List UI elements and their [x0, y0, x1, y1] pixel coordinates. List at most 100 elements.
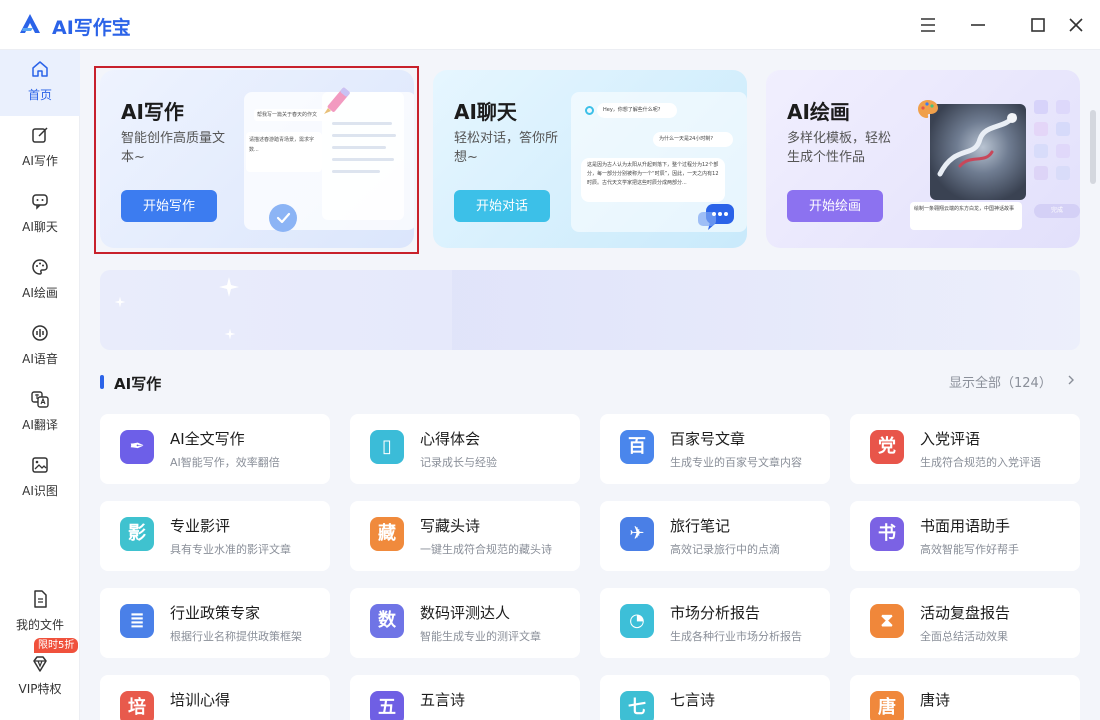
tool-title: 行业政策专家	[170, 604, 261, 622]
sidebar-item-label: AI翻译	[22, 418, 58, 432]
sidebar-item-ai-image-recognition[interactable]: AI识图	[0, 446, 80, 512]
tool-title: 七言诗	[670, 691, 716, 709]
tool-card[interactable]: 培培训心得	[100, 675, 330, 720]
sidebar-item-ai-writing[interactable]: AI写作	[0, 116, 80, 182]
tool-desc: 根据行业名称提供政策框架	[170, 630, 302, 643]
tool-title: AI全文写作	[170, 430, 245, 448]
tool-card[interactable]: 书书面用语助手 高效智能写作好帮手	[850, 501, 1080, 571]
tool-icon: ▯	[370, 430, 404, 464]
tool-desc: 全面总结活动效果	[920, 630, 1008, 643]
tool-desc: 生成各种行业市场分析报告	[670, 630, 802, 643]
tool-icon: 数	[370, 604, 404, 638]
tool-title: 活动复盘报告	[920, 604, 1011, 622]
done-badge: 完成	[1034, 204, 1080, 218]
feature-card-desc: 多样化模板，轻松生成个性作品	[787, 131, 892, 165]
tool-card[interactable]: ⧗ 活动复盘报告 全面总结活动效果	[850, 588, 1080, 658]
sidebar-item-label: AI语音	[22, 352, 58, 366]
close-icon	[1069, 18, 1083, 32]
sidebar-item-ai-translate[interactable]: AI翻译	[0, 380, 80, 446]
tool-card[interactable]: 数数码评测达人 智能生成专业的测评文章	[350, 588, 580, 658]
tool-desc: 一键生成符合规范的藏头诗	[420, 543, 552, 556]
home-icon	[32, 61, 48, 77]
sparkle-icon	[219, 277, 239, 297]
chat-bubble: Hey，你想了解些什么呢?	[597, 103, 677, 118]
menu-button[interactable]	[916, 13, 940, 37]
tool-icon: 七	[620, 691, 654, 720]
artwork-caption: 绘制一条翱翔云端的东方白龙，中国神话故事	[910, 202, 1022, 230]
tool-card[interactable]: 百百家号文章 生成专业的百家号文章内容	[600, 414, 830, 484]
palette-icon	[32, 259, 48, 275]
feature-card-ai-painting[interactable]: AI绘画 多样化模板，轻松生成个性作品 开始绘画 绘制一条翱翔云端的东方白龙，中…	[766, 70, 1080, 248]
sidebar-item-label: VIP特权	[18, 682, 62, 696]
image-recognition-icon	[32, 457, 48, 473]
tool-icon: ✈	[620, 517, 654, 551]
illustration-line	[332, 146, 386, 149]
tool-icon: 党	[870, 430, 904, 464]
tool-card[interactable]: ▯ 心得体会 记录成长与经验	[350, 414, 580, 484]
sidebar-item-label: AI绘画	[22, 286, 58, 300]
sidebar-item-ai-voice[interactable]: AI语音	[0, 314, 80, 380]
chat-bubble-icon	[698, 204, 734, 230]
tool-card[interactable]: 党入党评语 生成符合规范的入党评语	[850, 414, 1080, 484]
start-painting-button[interactable]: 开始绘画	[787, 190, 883, 222]
sidebar-item-my-files[interactable]: 我的文件	[0, 580, 80, 646]
feature-card-ai-chat[interactable]: AI聊天 轻松对话，答你所想~ 开始对话 Hey，你想了解些什么呢? 为什么一天…	[433, 70, 747, 248]
tool-title: 唐诗	[920, 691, 951, 709]
start-writing-button[interactable]: 开始写作	[121, 190, 217, 222]
feature-card-title: AI绘画	[787, 100, 850, 124]
template-tile	[1034, 100, 1048, 114]
tool-title: 五言诗	[420, 691, 466, 709]
tool-desc: 生成专业的百家号文章内容	[670, 456, 802, 469]
diamond-icon	[33, 656, 47, 672]
tool-card[interactable]: 唐唐诗	[850, 675, 1080, 720]
sidebar-item-label: 首页	[27, 88, 52, 102]
sparkle-icon	[114, 296, 126, 308]
sidebar-item-label: AI识图	[22, 484, 58, 498]
tool-desc: 高效记录旅行中的点滴	[670, 543, 780, 556]
template-tile	[1056, 166, 1070, 180]
tool-card[interactable]: ◔ 市场分析报告 生成各种行业市场分析报告	[600, 588, 830, 658]
tool-icon: 百	[620, 430, 654, 464]
sidebar-item-label: AI写作	[22, 154, 58, 168]
illustration-line	[332, 158, 394, 161]
sidebar-item-ai-chat[interactable]: AI聊天	[0, 182, 80, 248]
minimize-icon	[971, 24, 985, 26]
chevron-right-icon[interactable]	[1065, 374, 1077, 386]
maximize-button[interactable]	[1026, 13, 1050, 37]
tool-icon: ≣	[120, 604, 154, 638]
tool-card[interactable]: ✈ 旅行笔记 高效记录旅行中的点滴	[600, 501, 830, 571]
tool-desc: 具有专业水准的影评文章	[170, 543, 291, 556]
tool-card[interactable]: ✒ AI全文写作 AI智能写作，效率翻倍	[100, 414, 330, 484]
tool-card[interactable]: ≣ 行业政策专家根据行业名称提供政策框架	[100, 588, 330, 658]
section-accent-bar	[100, 375, 104, 389]
feature-card-desc: 智能创作高质量文本~	[121, 131, 226, 165]
tool-card[interactable]: 藏写藏头诗 一键生成符合规范的藏头诗	[350, 501, 580, 571]
paint-palette-icon	[918, 100, 938, 118]
illustration-line	[332, 170, 380, 173]
chat-bubble: 为什么一天是24小时制?	[653, 132, 733, 147]
template-tile	[1056, 100, 1070, 114]
scrollbar-thumb[interactable]	[1090, 110, 1096, 184]
app-logo-icon	[20, 14, 40, 33]
tool-title: 数码评测达人	[420, 604, 511, 622]
promo-banner[interactable]	[100, 270, 1080, 350]
template-tile	[1056, 144, 1070, 158]
tool-icon: 藏	[370, 517, 404, 551]
tool-card[interactable]: 五五言诗	[350, 675, 580, 720]
pencil-icon	[324, 87, 350, 114]
close-button[interactable]	[1064, 13, 1088, 37]
maximize-icon	[1031, 18, 1045, 32]
sidebar-item-vip[interactable]: 限时5折 VIP特权	[0, 638, 80, 700]
tool-card[interactable]: 七七言诗	[600, 675, 830, 720]
tool-card[interactable]: 影专业影评 具有专业水准的影评文章	[100, 501, 330, 571]
sidebar-item-ai-painting[interactable]: AI绘画	[0, 248, 80, 314]
title-bar: AI写作宝	[0, 0, 1100, 50]
show-all-link[interactable]: 显示全部（124）	[949, 372, 1052, 391]
feature-card-ai-writing[interactable]: AI写作 智能创作高质量文本~ 开始写作 帮我写一篇关于春天的作文 请描述春游踏…	[100, 70, 414, 248]
start-chat-button[interactable]: 开始对话	[454, 190, 550, 222]
minimize-button[interactable]	[966, 13, 990, 37]
template-tile	[1056, 122, 1070, 136]
sidebar-item-home[interactable]: 首页	[0, 50, 80, 116]
feature-card-title: AI写作	[121, 100, 184, 124]
tool-icon: 培	[120, 691, 154, 720]
